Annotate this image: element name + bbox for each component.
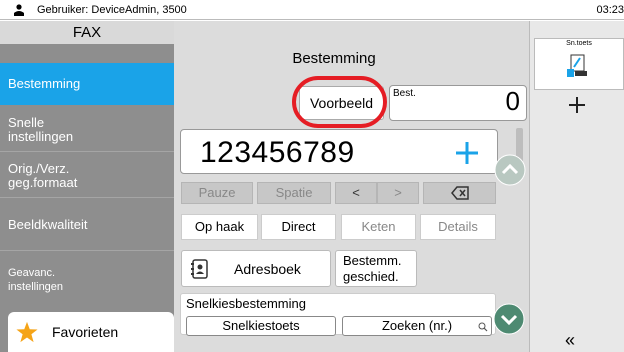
highlight-ring [292,76,387,128]
favorites-label: Favorieten [52,324,119,340]
collapse-panel-button[interactable]: « [565,330,575,351]
divider [0,250,174,251]
address-book-label: Adresboek [234,261,301,277]
menu-item-label: Orig./Verz. geg.formaat [8,161,78,190]
cursor-left-button[interactable]: < [335,182,377,204]
menu-item-bestemming[interactable]: Bestemming [0,63,174,105]
backspace-button[interactable] [423,182,496,204]
history-button[interactable]: Bestemm. geschied. [335,250,417,287]
fax-number-value: 123456789 [200,136,355,169]
quick-key-button[interactable]: Snelkiestoets [186,316,336,336]
function-title: FAX [0,21,174,44]
user-info: Gebruiker: DeviceAdmin, 3500 [37,4,187,16]
backspace-icon [450,186,469,200]
search-number-button[interactable]: Zoeken (nr.) [342,316,492,336]
add-destination-icon[interactable] [455,141,479,165]
user-icon [14,4,24,16]
shortcut-icon [567,54,587,77]
direct-button[interactable]: Direct [261,214,336,240]
onhook-button[interactable]: Op haak [181,214,258,240]
menu-item-orig-verz[interactable]: Orig./Verz. geg.formaat [0,156,174,196]
address-book-icon [191,259,208,279]
search-number-label: Zoeken (nr.) [381,318,453,333]
menu-item-snelle-instellingen[interactable]: Snelle instellingen [0,110,174,150]
scroll-up-icon[interactable] [494,154,526,186]
star-icon [16,321,38,343]
quick-dial-title: Snelkiesbestemming [186,296,306,311]
address-book-button[interactable]: Adresboek [181,250,331,287]
divider [0,197,174,198]
details-button[interactable]: Details [420,214,496,240]
menu-item-label: Geavanc. instellingen [8,267,64,293]
search-icon [478,322,488,332]
scroll-down-icon[interactable] [493,303,525,335]
menu-item-label: Snelle instellingen [8,115,74,144]
history-label: Bestemm. geschied. [343,253,402,284]
chain-button[interactable]: Keten [341,214,416,240]
menu-item-label: Bestemming [8,76,81,91]
status-bar: Gebruiker: DeviceAdmin, 3500 03:23 [0,0,624,20]
destination-count: 0 [505,86,520,116]
menu-item-beeldkwaliteit[interactable]: Beeldkwaliteit [0,205,174,245]
cursor-right-button[interactable]: > [377,182,419,204]
favorites-button[interactable]: Favorieten [8,312,174,352]
page-title: Bestemming [292,50,376,67]
menu-item-geavanceerd[interactable]: Geavanc. instellingen [0,258,174,302]
space-button[interactable]: Spatie [257,182,331,204]
pause-button[interactable]: Pauze [181,182,253,204]
menu-item-label: Beeldkwaliteit [8,217,88,232]
destination-count-label: Best. [393,88,416,99]
clock: 03:23 [596,4,624,16]
add-quick-key-icon[interactable] [565,93,589,117]
divider [0,151,174,152]
quick-key-tab-label: Sn.toets [566,40,592,47]
